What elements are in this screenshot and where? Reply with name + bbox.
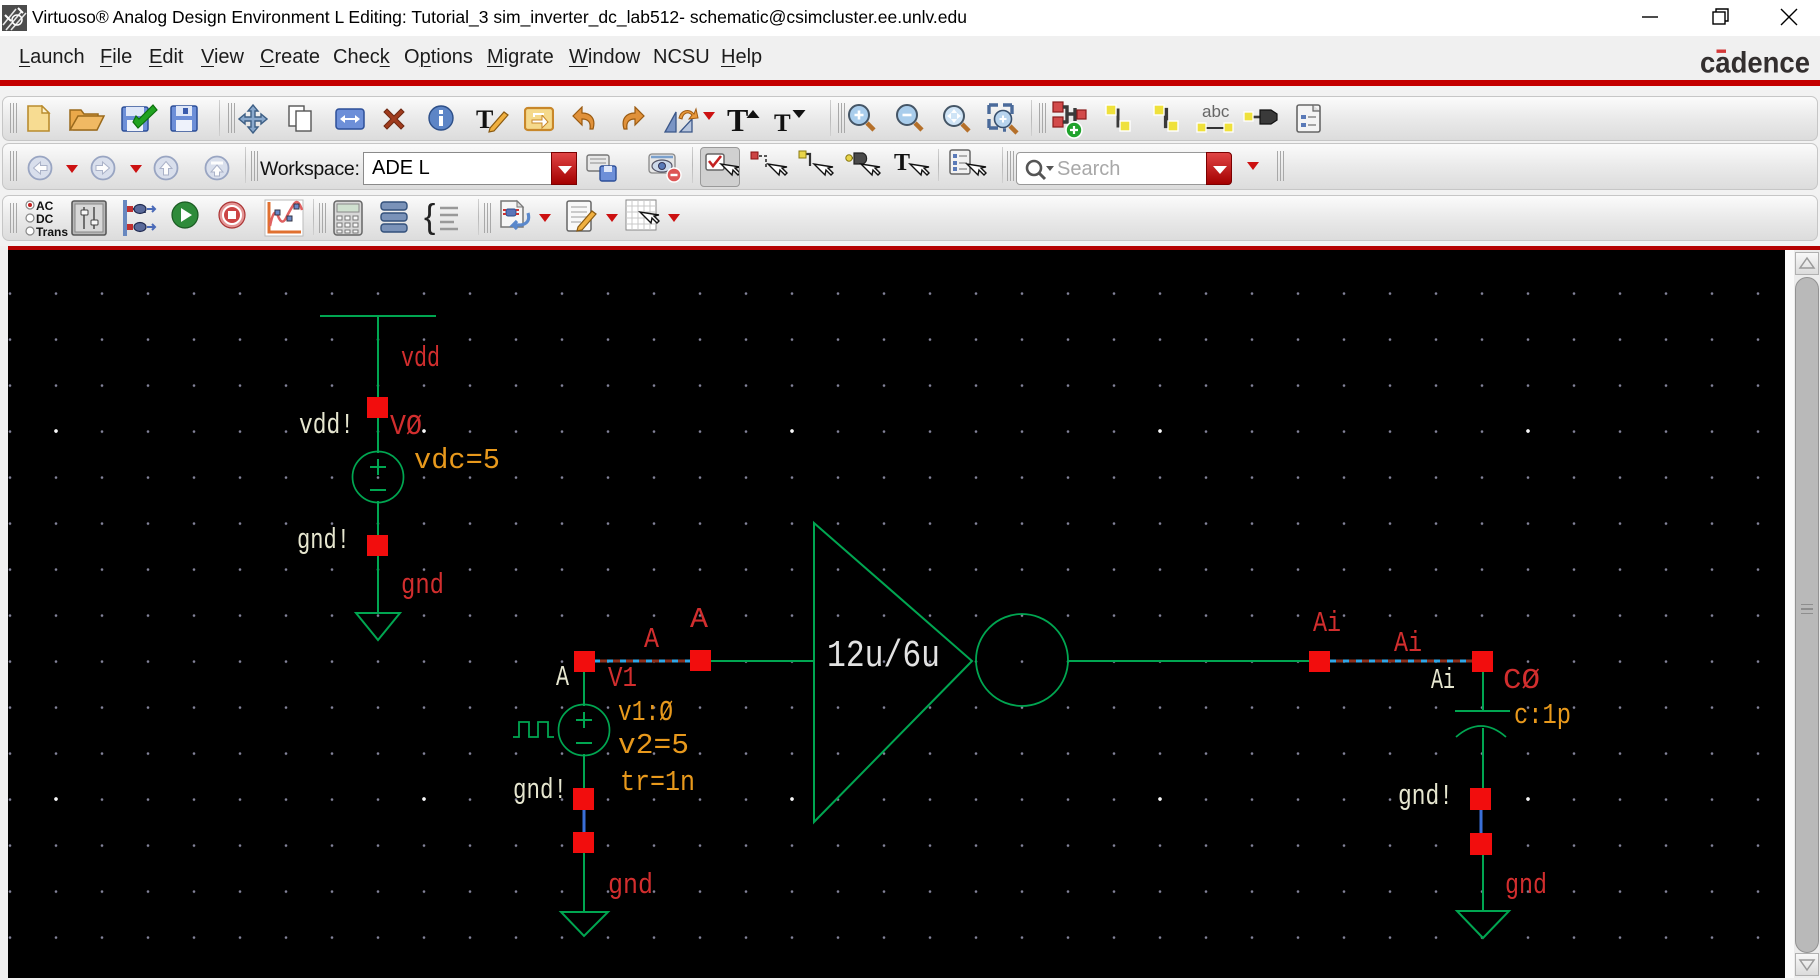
svg-text:Ai: Ai [1431,664,1455,697]
svg-text:v2=5: v2=5 [618,729,689,762]
svg-text:VØ: VØ [390,410,422,443]
svg-text:A: A [644,623,660,656]
svg-text:gnd!: gnd! [297,524,350,557]
svg-text:DC: DC [36,212,54,226]
svg-text:12u/6u: 12u/6u [827,635,940,678]
svg-text:vdc=5: vdc=5 [414,444,500,477]
svg-text:gnd: gnd [1505,869,1547,902]
svg-text:abc: abc [1202,102,1230,121]
svg-text:Ai: Ai [1313,607,1341,640]
svg-text:Trans: Trans [36,225,68,238]
svg-text:{: { [424,198,435,236]
svg-text:Ai: Ai [1394,627,1422,660]
svg-text:AC: AC [36,199,54,213]
svg-text:T: T [727,102,748,136]
svg-text:CØ: CØ [1503,664,1540,697]
svg-text:gnd!: gnd! [513,774,567,807]
svg-text:V1: V1 [608,662,637,695]
svg-text:A: A [556,661,569,694]
svg-text:T: T [774,110,791,136]
svg-text:vdd!: vdd! [299,409,354,442]
svg-text:gnd!: gnd! [1398,780,1453,813]
svg-text:tr=1n: tr=1n [620,766,695,799]
svg-text:A: A [690,603,709,636]
svg-text:c:1p: c:1p [1514,699,1571,732]
svg-text:vdd: vdd [401,342,440,375]
svg-text:gnd: gnd [401,569,444,602]
svg-text:gnd: gnd [608,869,653,902]
svg-text:v1:Ø: v1:Ø [618,696,673,729]
svg-text:T: T [894,150,910,176]
